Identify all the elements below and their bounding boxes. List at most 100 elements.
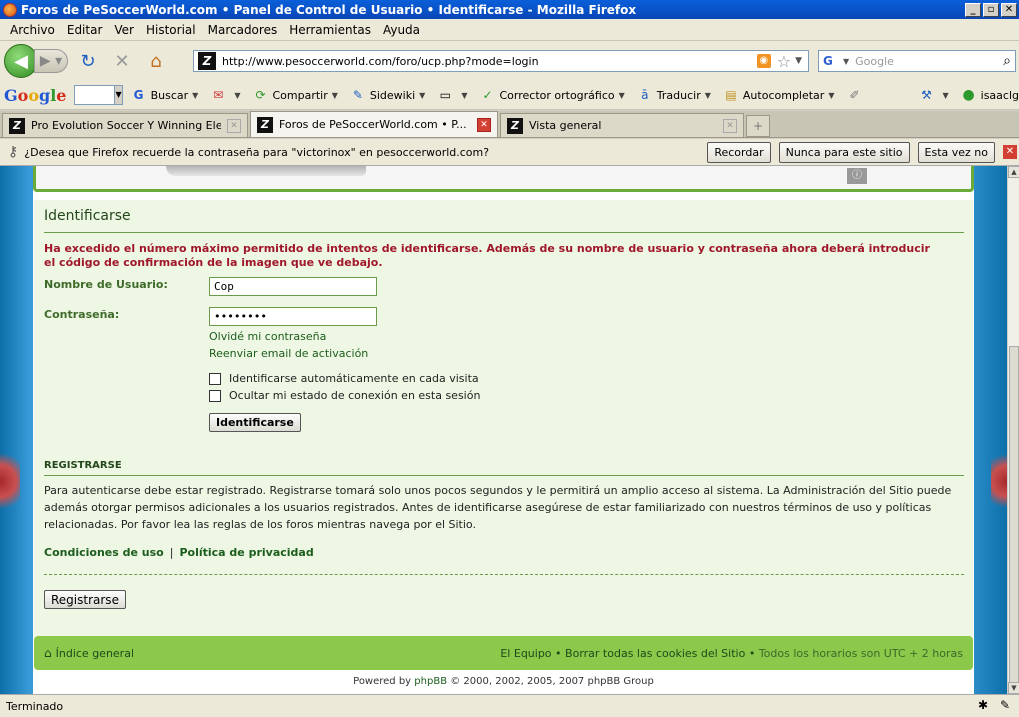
- logo-letter: o: [17, 85, 29, 105]
- tab-vista-general[interactable]: Z Vista general ✕: [500, 113, 744, 137]
- edit-icon[interactable]: ✎: [997, 698, 1013, 714]
- auto-login-checkbox[interactable]: [209, 372, 221, 385]
- corrector-button[interactable]: ✓ Corrector ortográfico ▼: [479, 87, 624, 103]
- buscar-label: Buscar: [150, 88, 189, 102]
- site-favicon-icon: Z: [198, 52, 216, 70]
- autocompletar-button[interactable]: ▤ Autocompletar ▼: [723, 87, 834, 103]
- menu-herramientas[interactable]: Herramientas: [283, 23, 377, 37]
- google-engine-icon[interactable]: G: [823, 54, 841, 68]
- site-favicon-icon: Z: [507, 117, 523, 134]
- divider: [44, 232, 964, 233]
- menu-historial[interactable]: Historial: [140, 23, 202, 37]
- search-placeholder[interactable]: Google: [855, 55, 1003, 68]
- key-icon: ⚷: [8, 144, 19, 160]
- brush-button[interactable]: ✐: [846, 87, 866, 103]
- logo-letter: g: [39, 85, 51, 105]
- close-notification-icon[interactable]: ✕: [1003, 145, 1017, 159]
- back-button[interactable]: ◀: [4, 44, 38, 78]
- close-tab-icon[interactable]: ✕: [227, 118, 241, 133]
- traducir-button[interactable]: ā Traducir ▼: [637, 87, 711, 103]
- login-submit-button[interactable]: Identificarse: [209, 413, 301, 432]
- online-status-icon: ●: [962, 87, 975, 103]
- never-for-site-button[interactable]: Nunca para este sitio: [778, 141, 910, 163]
- logo-letter: G: [4, 85, 18, 105]
- menu-ayuda[interactable]: Ayuda: [377, 23, 426, 37]
- url-dropdown-icon[interactable]: ▼: [795, 56, 802, 66]
- maximize-button[interactable]: ▫: [983, 2, 999, 17]
- chevron-down-icon: ▼: [461, 90, 468, 100]
- close-tab-icon[interactable]: ✕: [723, 118, 737, 133]
- hide-status-checkbox[interactable]: [209, 389, 221, 402]
- highlight-button[interactable]: ▭ ▼: [437, 87, 468, 103]
- chevron-down-icon: ▼: [192, 90, 199, 100]
- resend-activation-link[interactable]: Reenviar email de activación: [209, 347, 368, 360]
- buscar-button[interactable]: G Buscar ▼: [131, 87, 199, 103]
- url-text[interactable]: http://www.pesoccerworld.com/foro/ucp.ph…: [222, 55, 757, 68]
- forward-arrow-icon: ▶ ▾: [39, 53, 63, 69]
- home-icon: ⌂: [44, 646, 52, 660]
- register-button[interactable]: Registrarse: [44, 590, 126, 609]
- username-input[interactable]: Cop: [209, 277, 377, 296]
- password-input[interactable]: ••••••••: [209, 307, 377, 326]
- stop-icon: ✕: [114, 50, 130, 72]
- not-now-button[interactable]: Esta vez no: [917, 141, 995, 163]
- banner-ad[interactable]: ⓘ: [33, 166, 974, 192]
- stop-button[interactable]: ✕: [108, 47, 136, 75]
- rss-feed-icon[interactable]: ◉: [756, 54, 771, 68]
- team-link[interactable]: El Equipo: [500, 647, 551, 660]
- page-scrollbar[interactable]: ▲ ▼: [1007, 166, 1019, 694]
- google-account-button[interactable]: ● isaaclg: [961, 87, 1019, 103]
- home-button[interactable]: ⌂: [142, 47, 170, 75]
- scroll-up-arrow-icon[interactable]: ▲: [1008, 166, 1019, 178]
- board-index-link[interactable]: Índice general: [56, 647, 134, 660]
- scrollbar-thumb[interactable]: [1009, 346, 1019, 686]
- close-tab-icon[interactable]: ✕: [477, 117, 491, 132]
- auto-login-label: Identificarse automáticamente en cada vi…: [229, 372, 479, 385]
- scroll-down-arrow-icon[interactable]: ▼: [1008, 682, 1019, 694]
- logo-letter: e: [56, 85, 67, 105]
- google-toolbar-search-input[interactable]: [74, 85, 116, 105]
- menu-archivo[interactable]: Archivo: [4, 23, 61, 37]
- tab-pesoccerworld[interactable]: Z Foros de PeSoccerWorld.com • P... ✕: [250, 111, 498, 137]
- delete-cookies-link[interactable]: Borrar todas las cookies del Sitio: [565, 647, 745, 660]
- sidewiki-label: Sidewiki: [369, 88, 416, 102]
- background-decoration: [991, 446, 1007, 516]
- forgot-password-link[interactable]: Olvidé mi contraseña: [209, 330, 326, 343]
- site-favicon-icon: Z: [257, 116, 273, 133]
- google-toolbar-dropdown[interactable]: ▼: [114, 85, 123, 105]
- close-window-button[interactable]: ✕: [1001, 2, 1017, 17]
- menu-editar[interactable]: Editar: [61, 23, 109, 37]
- register-title: REGISTRARSE: [44, 460, 122, 471]
- forward-button[interactable]: ▶ ▾: [34, 49, 68, 73]
- spellcheck-icon: ✓: [482, 88, 493, 102]
- tab-pro-evolution[interactable]: Z Pro Evolution Soccer Y Winning Eleven …: [2, 113, 248, 137]
- terms-of-use-link[interactable]: Condiciones de uso: [44, 546, 164, 559]
- search-bar[interactable]: G ▼ Google ⌕: [818, 50, 1016, 72]
- compartir-button[interactable]: ⟳ Compartir ▼: [252, 87, 337, 103]
- settings-wrench-button[interactable]: ⚒ ▼: [918, 87, 949, 103]
- minimize-button[interactable]: _: [965, 2, 981, 17]
- powered-by: Powered by phpBB © 2000, 2002, 2005, 200…: [33, 676, 974, 687]
- new-tab-button[interactable]: +: [746, 115, 770, 137]
- google-logo[interactable]: Google: [4, 86, 66, 105]
- bookmark-star-icon[interactable]: ☆: [777, 52, 791, 71]
- url-bar[interactable]: Z http://www.pesoccerworld.com/foro/ucp.…: [193, 50, 809, 72]
- wrench-icon: ⚒: [921, 88, 932, 102]
- search-engine-dropdown-icon[interactable]: ▼: [843, 57, 849, 66]
- phpbb-link[interactable]: phpBB: [414, 676, 447, 687]
- info-icon[interactable]: ⓘ: [847, 168, 867, 184]
- register-links: Condiciones de uso | Política de privaci…: [44, 546, 314, 559]
- addon-icon[interactable]: ✱: [975, 698, 991, 714]
- tab-label: Pro Evolution Soccer Y Winning Eleven ..…: [31, 119, 221, 132]
- reload-button[interactable]: ↻: [74, 47, 102, 75]
- board-index-link-wrap: ⌂ Índice general: [44, 646, 500, 660]
- sidewiki-button[interactable]: ✎ Sidewiki ▼: [350, 87, 425, 103]
- gmail-button[interactable]: ✉ ▼: [210, 87, 240, 103]
- menu-marcadores[interactable]: Marcadores: [202, 23, 284, 37]
- search-icon[interactable]: ⌕: [1003, 53, 1011, 69]
- translate-icon: ā: [641, 88, 649, 102]
- remember-password-button[interactable]: Recordar: [707, 141, 771, 163]
- menu-ver[interactable]: Ver: [108, 23, 140, 37]
- bullet-separator: •: [555, 646, 562, 660]
- privacy-policy-link[interactable]: Política de privacidad: [179, 546, 313, 559]
